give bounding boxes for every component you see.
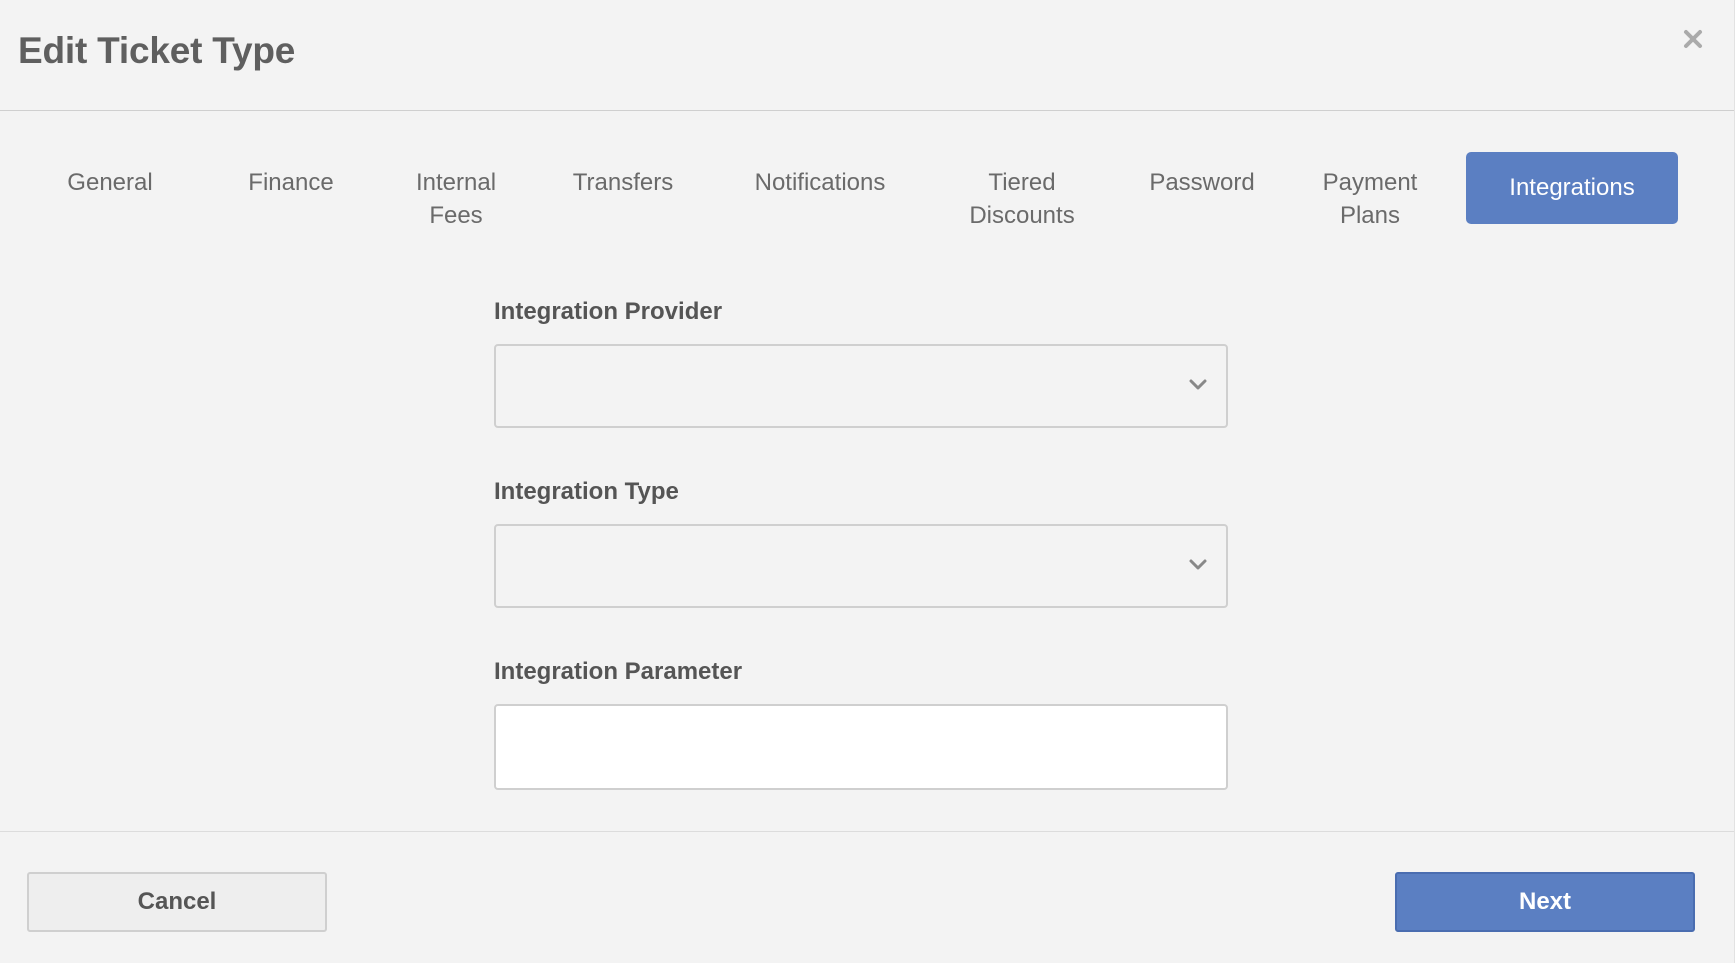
integration-parameter-input[interactable] bbox=[494, 704, 1228, 790]
tab-general[interactable]: General bbox=[30, 152, 190, 213]
integration-provider-select[interactable] bbox=[494, 344, 1228, 428]
integration-type-select[interactable] bbox=[494, 524, 1228, 608]
next-button[interactable]: Next bbox=[1395, 872, 1695, 932]
tab-finance[interactable]: Finance bbox=[226, 152, 356, 213]
integration-type-label: Integration Type bbox=[494, 478, 679, 505]
dialog-header: Edit Ticket Type bbox=[0, 0, 1734, 111]
tab-notifications[interactable]: Notifications bbox=[730, 152, 910, 213]
dialog-title: Edit Ticket Type bbox=[18, 30, 296, 71]
integrations-form: Integration Provider Integration Type In… bbox=[494, 298, 1228, 790]
tab-tiered-discounts[interactable]: Tiered Discounts bbox=[952, 152, 1092, 246]
tab-internal-fees[interactable]: Internal Fees bbox=[396, 152, 516, 246]
tab-payment-plans[interactable]: Payment Plans bbox=[1310, 152, 1430, 246]
cancel-button[interactable]: Cancel bbox=[27, 872, 327, 932]
integration-parameter-label: Integration Parameter bbox=[494, 658, 743, 685]
integration-provider-label: Integration Provider bbox=[494, 298, 723, 325]
dialog-footer: Cancel Next bbox=[0, 831, 1734, 964]
tab-password[interactable]: Password bbox=[1132, 152, 1272, 213]
close-icon[interactable] bbox=[1678, 24, 1708, 54]
chevron-down-icon bbox=[1189, 379, 1207, 390]
chevron-down-icon bbox=[1189, 559, 1207, 570]
tab-bar: General Finance Internal Fees Transfers … bbox=[20, 152, 1720, 242]
edit-ticket-type-dialog: Edit Ticket Type General Finance Interna… bbox=[0, 0, 1735, 963]
tab-transfers[interactable]: Transfers bbox=[558, 152, 688, 213]
tab-integrations[interactable]: Integrations bbox=[1466, 152, 1678, 224]
